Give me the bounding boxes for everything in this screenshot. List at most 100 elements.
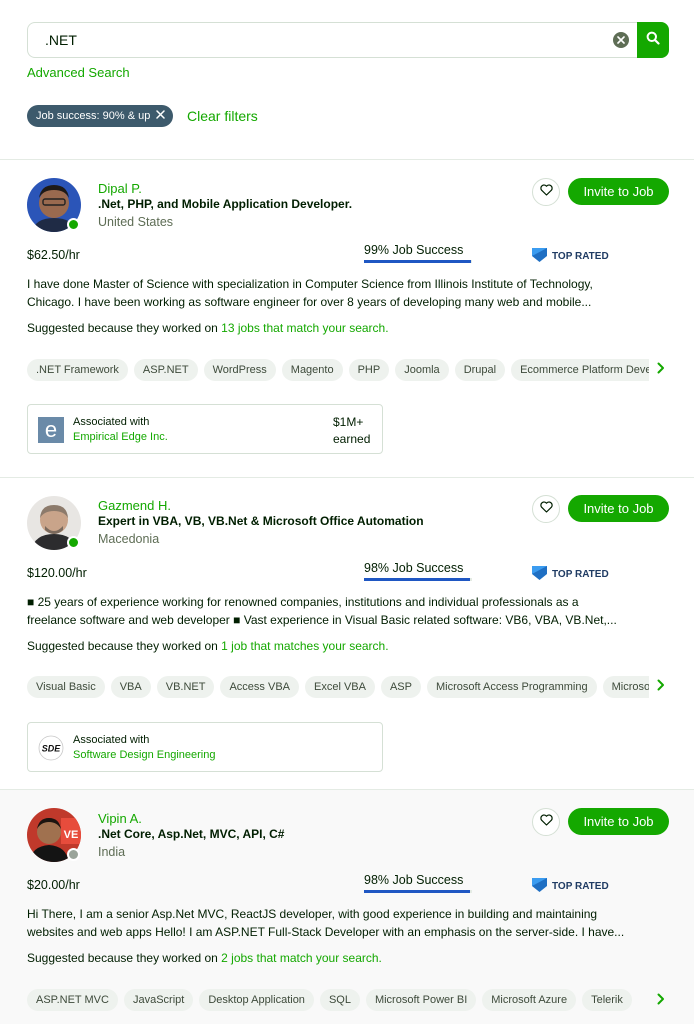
skill-chip[interactable]: VBA xyxy=(110,676,151,698)
skill-chip[interactable]: JavaScript xyxy=(123,989,194,1011)
matching-jobs-link[interactable]: 2 jobs that match your search. xyxy=(221,951,382,965)
skill-chip[interactable]: PHP xyxy=(348,359,390,381)
filter-chip-label: Job success: 90% & up xyxy=(36,110,151,122)
skill-chip[interactable]: .NET Framework xyxy=(27,359,128,381)
job-success-label: 98% Job Success xyxy=(364,873,464,887)
save-freelancer-button[interactable] xyxy=(532,178,560,206)
skill-chip[interactable]: WordPress xyxy=(203,359,276,381)
agency-name-link[interactable]: Empirical Edge Inc. xyxy=(73,431,168,443)
avatar[interactable]: VE xyxy=(27,808,81,862)
filter-chip-job-success[interactable]: Job success: 90% & up xyxy=(27,105,174,127)
agency-name-link[interactable]: Software Design Engineering xyxy=(73,749,215,761)
skill-chip[interactable]: Drupal xyxy=(454,359,506,381)
svg-text:VE: VE xyxy=(64,829,79,841)
suggested-reason: Suggested because they worked on 2 jobs … xyxy=(27,951,382,965)
save-freelancer-button[interactable] xyxy=(532,808,560,836)
top-rated-badge: TOP RATED xyxy=(532,248,609,265)
freelancer-card[interactable]: Gazmend H. Expert in VBA, VB, VB.Net & M… xyxy=(0,478,694,789)
heart-icon xyxy=(539,183,553,201)
skill-chip[interactable]: Excel VBA xyxy=(305,676,375,698)
job-success-bar xyxy=(364,260,472,263)
freelancer-location: United States xyxy=(98,215,174,229)
skill-chip[interactable]: Joomla xyxy=(395,359,449,381)
top-rated-icon xyxy=(532,878,547,895)
suggested-prefix: Suggested because they worked on xyxy=(27,951,222,965)
description-line: freelance software and web developer ■ V… xyxy=(27,613,617,627)
skill-chip[interactable]: Visual Basic xyxy=(27,676,105,698)
freelancer-name[interactable]: Vipin A. xyxy=(98,811,142,826)
freelancer-location: India xyxy=(98,845,126,859)
hourly-rate: $62.50/hr xyxy=(27,248,80,262)
remove-filter-icon[interactable] xyxy=(156,110,166,122)
top-rated-icon xyxy=(532,248,547,265)
job-success-fill xyxy=(364,578,470,581)
freelancer-card[interactable]: VE Vipin A. .Net Core, Asp.Net, MVC, API… xyxy=(0,790,694,1024)
top-rated-label: TOP RATED xyxy=(552,251,609,262)
agency-logo: e xyxy=(38,417,64,443)
skill-chip[interactable]: Access VBA xyxy=(220,676,299,698)
freelancer-title: Expert in VBA, VB, VB.Net & Microsoft Of… xyxy=(98,514,424,528)
job-success-bar xyxy=(364,578,472,581)
clear-filters-link[interactable]: Clear filters xyxy=(187,108,258,124)
search-input[interactable] xyxy=(27,22,637,58)
avatar[interactable] xyxy=(27,496,81,550)
freelancer-card[interactable]: Dipal P. .Net, PHP, and Mobile Applicati… xyxy=(0,160,694,478)
top-rated-label: TOP RATED xyxy=(552,569,609,580)
invite-to-job-button[interactable]: Invite to Job xyxy=(568,808,669,835)
search-button[interactable] xyxy=(637,22,669,58)
freelancer-name[interactable]: Dipal P. xyxy=(98,181,142,196)
job-success-score: 98% Job Success xyxy=(364,561,474,581)
skills-list: .NET Framework ASP.NET WordPress Magento PHP… xyxy=(27,359,649,383)
top-rated-badge: TOP RATED xyxy=(532,566,609,583)
skill-chip[interactable]: ASP.NET MVC xyxy=(27,989,118,1011)
freelancer-description: ■ 25 years of experience working for ren… xyxy=(27,593,667,629)
offline-status-icon xyxy=(67,848,80,861)
agency-logo-text: SDE xyxy=(42,744,62,754)
skills-next-button[interactable] xyxy=(654,361,668,379)
agency-with-label: Associated with xyxy=(73,416,150,428)
skills-list: Visual Basic VBA VB.NET Access VBA Excel VBA… xyxy=(27,676,649,700)
advanced-search-link[interactable]: Advanced Search xyxy=(27,65,130,80)
skill-chip[interactable]: Microsoft Power BI xyxy=(365,989,477,1011)
job-success-score: 99% Job Success xyxy=(364,243,474,263)
skill-chip[interactable]: VB.NET xyxy=(156,676,215,698)
agency-card[interactable]: e Associated with Empirical Edge Inc. $1… xyxy=(27,404,383,454)
skill-chip[interactable]: Ecommerce Platform Development xyxy=(511,359,649,381)
invite-to-job-button[interactable]: Invite to Job xyxy=(568,178,669,205)
skills-next-button[interactable] xyxy=(654,992,668,1010)
description-line: Chicago. I have been working as software… xyxy=(27,295,592,309)
job-success-label: 98% Job Success xyxy=(364,561,464,575)
skill-chip[interactable]: ASP.NET xyxy=(133,359,198,381)
job-success-label: 99% Job Success xyxy=(364,243,464,257)
job-success-score: 98% Job Success xyxy=(364,873,474,893)
skill-chip[interactable]: Desktop Application xyxy=(199,989,314,1011)
freelancer-name[interactable]: Gazmend H. xyxy=(98,498,171,513)
agency-card[interactable]: SDE Associated with Software Design Engi… xyxy=(27,722,383,772)
description-line: I have done Master of Science with speci… xyxy=(27,277,593,291)
matching-jobs-link[interactable]: 13 jobs that match your search. xyxy=(221,321,388,335)
skill-chip[interactable]: Microsoft Excel xyxy=(602,676,649,698)
skill-chip[interactable]: SQL xyxy=(319,989,360,1011)
description-line: ■ 25 years of experience working for ren… xyxy=(27,595,579,609)
skill-chip[interactable]: Telerik xyxy=(582,989,632,1011)
save-freelancer-button[interactable] xyxy=(532,495,560,523)
skills-next-button[interactable] xyxy=(654,678,668,696)
matching-jobs-link[interactable]: 1 job that matches your search. xyxy=(221,639,388,653)
avatar[interactable] xyxy=(27,178,81,232)
skill-chip[interactable]: Magento xyxy=(281,359,343,381)
svg-text:e: e xyxy=(45,417,57,442)
clear-search-icon[interactable] xyxy=(613,32,629,48)
invite-to-job-button[interactable]: Invite to Job xyxy=(568,495,669,522)
skill-chip[interactable]: Microsoft Azure xyxy=(482,989,577,1011)
skills-list: ASP.NET MVC JavaScript Desktop Application… xyxy=(27,989,649,1013)
skill-chip[interactable]: Microsoft Access Programming xyxy=(426,676,597,698)
heart-icon xyxy=(539,500,553,518)
agency-earned-amount: $1M+ xyxy=(333,415,364,429)
agency-earnings: $1M+ earned xyxy=(333,414,370,448)
description-line: Hi There, I am a senior Asp.Net MVC, Rea… xyxy=(27,907,598,921)
suggested-prefix: Suggested because they worked on xyxy=(27,639,222,653)
top-rated-label: TOP RATED xyxy=(552,881,609,892)
chevron-right-icon xyxy=(657,992,665,1010)
suggested-prefix: Suggested because they worked on xyxy=(27,321,222,335)
skill-chip[interactable]: ASP xyxy=(380,676,421,698)
